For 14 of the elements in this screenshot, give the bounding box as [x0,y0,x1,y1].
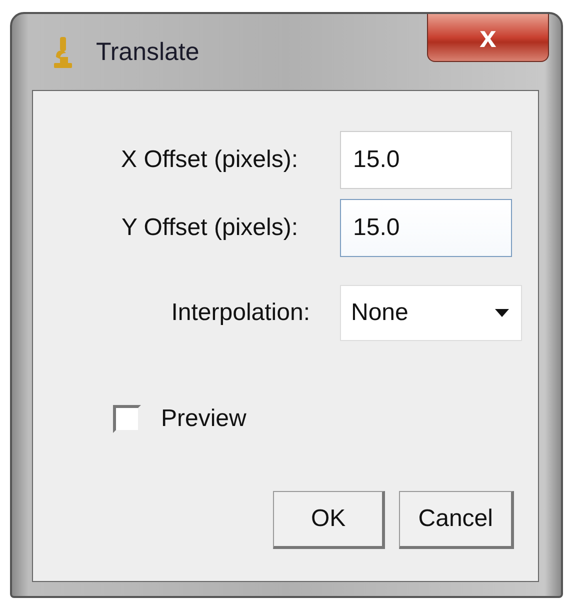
window-title: Translate [96,38,200,66]
close-button[interactable]: x [427,14,549,62]
interpolation-dropdown[interactable]: None [340,285,522,341]
microscope-icon [52,35,74,69]
field-label: Y Offset (pixels): [121,214,298,242]
offset-field[interactable]: 15.0 [340,131,512,189]
offset-field[interactable]: 15.0 [340,199,512,257]
interpolation-label: Interpolation: [171,299,310,327]
preview-checkbox[interactable] [113,405,141,433]
dropdown-arrow-icon [495,309,509,317]
cancel-button[interactable]: Cancel [399,491,514,549]
preview-label: Preview [161,405,246,433]
field-label: X Offset (pixels): [121,146,298,174]
ok-button[interactable]: OK [273,491,386,549]
